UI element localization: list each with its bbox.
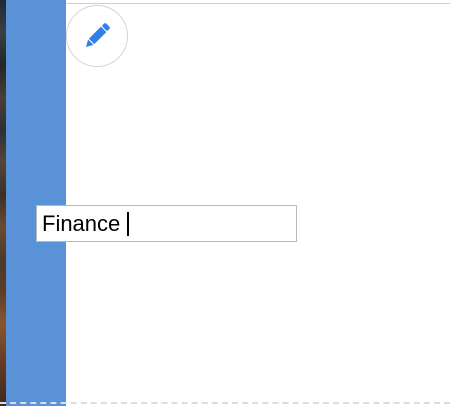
bottom-divider xyxy=(0,402,450,404)
name-input[interactable] xyxy=(36,205,297,242)
text-caret xyxy=(127,212,129,236)
top-divider xyxy=(66,3,450,4)
edit-button[interactable] xyxy=(66,5,128,67)
pencil-icon xyxy=(85,23,110,48)
sidebar-color-bar xyxy=(6,0,66,406)
